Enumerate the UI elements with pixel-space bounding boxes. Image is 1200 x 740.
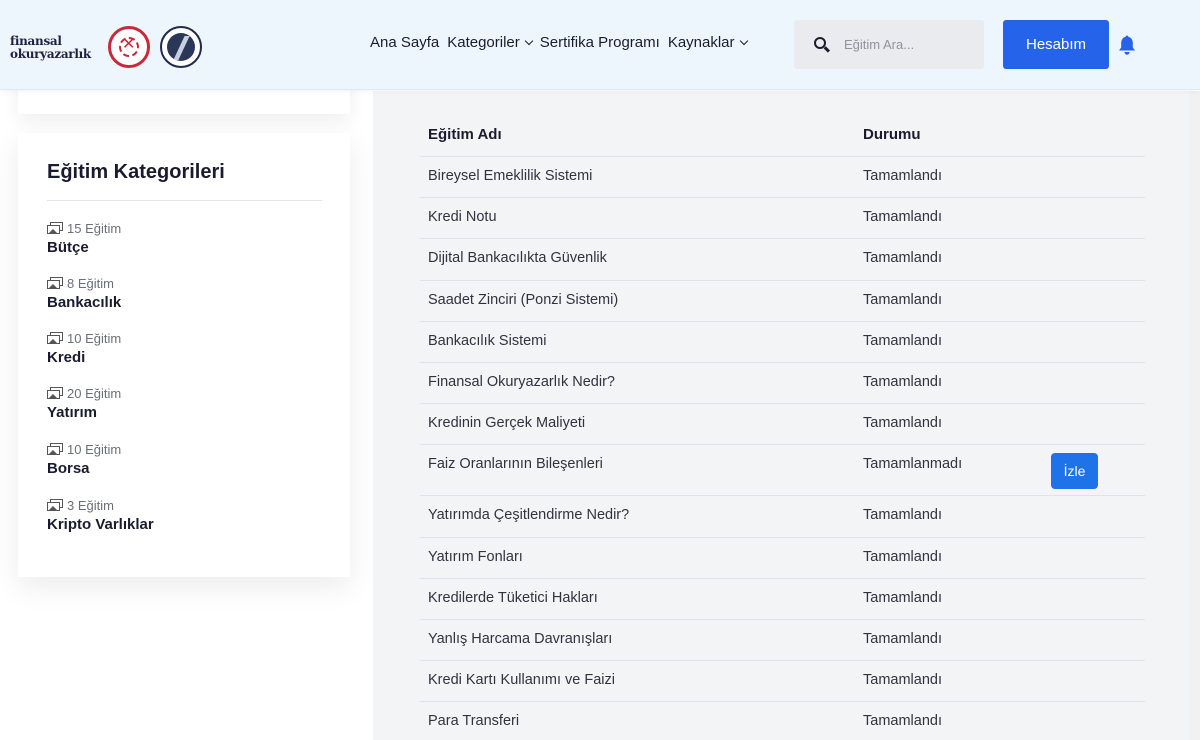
- table-row: Saadet Zinciri (Ponzi Sistemi) Tamamlandı: [420, 281, 1145, 322]
- training-name: Saadet Zinciri (Ponzi Sistemi): [428, 291, 619, 308]
- table-row: Kredilerde Tüketici Hakları Tamamlandı: [420, 579, 1145, 620]
- search-input[interactable]: [844, 37, 974, 52]
- training-status: Tamamlandı: [863, 548, 942, 565]
- column-header-name: Eğitim Adı: [428, 126, 502, 143]
- training-name: Bankacılık Sistemi: [428, 332, 547, 349]
- training-status: Tamamlandı: [863, 291, 942, 308]
- trainings-table: Eğitim Adı Durumu Bireysel Emeklilik Sis…: [420, 113, 1145, 740]
- category-count: 20 Eğitim: [67, 385, 122, 401]
- table-row: Yatırımda Çeşitlendirme Nedir? Tamamlandı: [420, 496, 1145, 538]
- training-name: Dijital Bankacılıkta Güvenlik: [428, 250, 607, 267]
- nav-categories[interactable]: Kategoriler: [447, 34, 534, 51]
- category-count: 10 Eğitim: [67, 441, 122, 457]
- training-name: Kredilerde Tüketici Hakları: [428, 589, 598, 606]
- table-row: Para Transferi Tamamlandı: [420, 702, 1145, 740]
- site-logo[interactable]: finansal okuryazarlık: [10, 35, 98, 61]
- training-name: Finansal Okuryazarlık Nedir?: [428, 373, 615, 390]
- category-item[interactable]: 15 Eğitim Bütçe: [47, 220, 121, 256]
- page-scrollbar[interactable]: [1189, 91, 1200, 740]
- nav-resources[interactable]: Kaynaklar: [668, 34, 748, 51]
- training-name: Kredi Kartı Kullanımı ve Faizi: [428, 672, 615, 689]
- images-icon: [47, 387, 63, 399]
- training-status: Tamamlandı: [863, 415, 942, 432]
- table-header: Eğitim Adı Durumu: [420, 113, 1145, 157]
- training-status: Tamamlandı: [863, 250, 942, 267]
- table-row: Bankacılık Sistemi Tamamlandı: [420, 322, 1145, 363]
- training-name: Yatırım Fonları: [428, 548, 523, 565]
- training-status: Tamamlandı: [863, 713, 942, 730]
- training-status: Tamamlandı: [863, 589, 942, 606]
- training-name: Yanlış Harcama Davranışları: [428, 630, 613, 647]
- training-status: Tamamlandı: [863, 672, 942, 689]
- training-status: Tamamlandı: [863, 373, 942, 390]
- category-name[interactable]: Bankacılık: [47, 294, 121, 311]
- category-item[interactable]: 20 Eğitim Yatırım: [47, 385, 121, 421]
- table-row: Kredinin Gerçek Maliyeti Tamamlandı: [420, 404, 1145, 446]
- category-count: 15 Eğitim: [67, 220, 122, 236]
- category-name[interactable]: Bütçe: [47, 239, 121, 256]
- nav-home[interactable]: Ana Sayfa: [370, 34, 439, 51]
- category-item[interactable]: 8 Eğitim Bankacılık: [47, 275, 121, 311]
- images-icon: [47, 277, 63, 289]
- account-button[interactable]: Hesabım: [1003, 20, 1109, 69]
- training-status: Tamamlandı: [863, 507, 942, 524]
- training-name: Kredinin Gerçek Maliyeti: [428, 415, 586, 432]
- site-header: finansal okuryazarlık ✕ Ana Sayfa Katego…: [0, 0, 1200, 90]
- images-icon: [47, 222, 63, 234]
- bell-icon[interactable]: [1117, 34, 1137, 56]
- training-name: Para Transferi: [428, 713, 520, 730]
- training-name: Kredi Notu: [428, 209, 497, 226]
- institution-seal-icon: [160, 26, 202, 68]
- main-nav: Ana Sayfa Kategoriler Sertifika Programı…: [370, 34, 748, 51]
- training-name: Faiz Oranlarının Bileşenleri: [428, 456, 603, 473]
- category-name[interactable]: Yatırım: [47, 404, 121, 421]
- table-row: Dijital Bankacılıkta Güvenlik Tamamlandı: [420, 239, 1145, 281]
- training-status: Tamamlandı: [863, 332, 942, 349]
- chevron-down-icon: [524, 36, 534, 45]
- table-row: Kredi Notu Tamamlandı: [420, 198, 1145, 240]
- search-box: [794, 20, 984, 69]
- training-name: Yatırımda Çeşitlendirme Nedir?: [428, 507, 630, 524]
- chevron-down-icon: [739, 36, 748, 45]
- images-icon: [47, 443, 63, 455]
- training-status: Tamamlandı: [863, 209, 942, 226]
- category-name[interactable]: Kripto Varlıklar: [47, 516, 154, 533]
- category-item[interactable]: 3 Eğitim Kripto Varlıklar: [47, 497, 154, 533]
- table-row: Bireysel Emeklilik Sistemi Tamamlandı: [420, 157, 1145, 199]
- table-row: Faiz Oranlarının Bileşenleri Tamamlanmad…: [420, 445, 1145, 497]
- category-name[interactable]: Borsa: [47, 460, 121, 477]
- table-row: Yanlış Harcama Davranışları Tamamlandı: [420, 620, 1145, 662]
- category-item[interactable]: 10 Eğitim Kredi: [47, 330, 121, 366]
- ministry-seal-icon: ✕: [108, 26, 150, 68]
- table-row: Finansal Okuryazarlık Nedir? Tamamlandı: [420, 363, 1145, 405]
- training-status: Tamamlandı: [863, 630, 942, 647]
- category-count: 8 Eğitim: [67, 275, 114, 291]
- nav-certificate[interactable]: Sertifika Programı: [540, 34, 660, 51]
- column-header-status: Durumu: [863, 126, 921, 143]
- training-status: Tamamlanmadı: [863, 456, 963, 473]
- table-row: Yatırım Fonları Tamamlandı: [420, 538, 1145, 579]
- training-status: Tamamlandı: [863, 168, 942, 184]
- category-item[interactable]: 10 Eğitim Borsa: [47, 441, 121, 477]
- images-icon: [47, 499, 63, 511]
- images-icon: [47, 332, 63, 344]
- training-name: Bireysel Emeklilik Sistemi: [428, 168, 593, 184]
- categories-title: Eğitim Kategorileri: [47, 161, 225, 183]
- watch-button[interactable]: İzle: [1051, 453, 1098, 490]
- category-count: 10 Eğitim: [67, 330, 122, 346]
- category-name[interactable]: Kredi: [47, 349, 121, 366]
- table-row: Kredi Kartı Kullanımı ve Faizi Tamamlandı: [420, 661, 1145, 703]
- category-count: 3 Eğitim: [67, 497, 114, 513]
- categories-card: Eğitim Kategorileri 15 Eğitim Bütçe 8 Eğ…: [18, 133, 350, 577]
- divider: [47, 200, 322, 201]
- search-icon[interactable]: [814, 36, 831, 53]
